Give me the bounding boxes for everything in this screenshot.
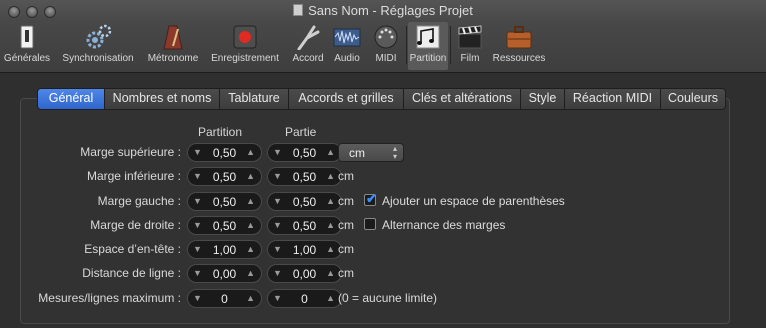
tab-cles-et-alterations[interactable]: Clés et altérations — [404, 89, 521, 109]
marge-inferieure-partie-stepper[interactable]: ▼ 0,50 ▲ — [267, 167, 342, 186]
no-limit-hint: (0 = aucune limite) — [338, 291, 438, 305]
toolbar-item-synchronisation[interactable]: Synchronisation — [56, 22, 140, 70]
row-label-marge-inferieure: Marge inférieure : — [86, 169, 181, 183]
tuning-fork-icon — [297, 25, 320, 50]
select-arrows-icon: ▴ ▾ — [392, 144, 397, 161]
marge-inferieure-partition-stepper[interactable]: ▼ 0,50 ▲ — [187, 167, 262, 186]
tab-couleurs[interactable]: Couleurs — [661, 89, 725, 109]
row-label-mesures-lignes-maximum: Mesures/lignes maximum : — [38, 291, 181, 305]
increment-arrow-icon[interactable]: ▲ — [326, 244, 335, 254]
tab-general[interactable]: Général — [38, 89, 105, 109]
toolbar-item-enregistrement[interactable]: Enregistrement — [206, 22, 284, 70]
unit-select[interactable]: cm ▴ ▾ — [338, 143, 404, 162]
increment-arrow-icon[interactable]: ▲ — [326, 196, 335, 206]
toolbar-item-generales[interactable]: Générales — [2, 22, 52, 70]
espace-en-tete-partition-stepper[interactable]: ▼ 1,00 ▲ — [187, 240, 262, 259]
mesures-lignes-maximum-partition-stepper[interactable]: ▼ 0 ▲ — [187, 289, 262, 308]
metronome-icon — [163, 25, 183, 50]
waveform-icon — [333, 28, 361, 47]
switch-icon — [20, 25, 34, 49]
briefcase-icon — [506, 26, 532, 49]
increment-arrow-icon[interactable]: ▲ — [246, 147, 255, 157]
tab-bar: Général Nombres et noms Tablature Accord… — [37, 88, 726, 110]
clapperboard-icon — [458, 25, 482, 49]
toolbar-item-midi[interactable]: MIDI — [368, 22, 404, 70]
row-label-distance-de-ligne: Distance de ligne : — [82, 266, 181, 280]
tab-style[interactable]: Style — [521, 89, 565, 109]
marge-de-droite-partition-stepper[interactable]: ▼ 0,50 ▲ — [187, 216, 262, 235]
alternating-margins-checkbox-label[interactable]: Alternance des marges — [382, 218, 505, 232]
increment-arrow-icon[interactable]: ▲ — [246, 196, 255, 206]
toolbar-separator — [450, 26, 451, 64]
toolbar-item-partition[interactable]: Partition — [408, 22, 448, 70]
increment-arrow-icon[interactable]: ▲ — [246, 244, 255, 254]
marge-superieure-partie-stepper[interactable]: ▼ 0,50 ▲ — [267, 143, 342, 162]
toolbar-separator — [406, 26, 407, 64]
distance-de-ligne-partition-stepper[interactable]: ▼ 0,00 ▲ — [187, 264, 262, 283]
row-label-marge-superieure: Marge supérieure : — [80, 145, 181, 159]
tab-reaction-midi[interactable]: Réaction MIDI — [565, 89, 661, 109]
increment-arrow-icon[interactable]: ▲ — [326, 220, 335, 230]
record-icon — [233, 25, 257, 49]
marge-de-droite-partie-stepper[interactable]: ▼ 0,50 ▲ — [267, 216, 342, 235]
toolbar-item-film[interactable]: Film — [452, 22, 488, 70]
row-label-espace-en-tete: Espace d’en-tête : — [84, 242, 181, 256]
window-title: Sans Nom - Réglages Projet — [0, 3, 766, 18]
increment-arrow-icon[interactable]: ▲ — [326, 171, 335, 181]
document-icon — [293, 4, 304, 16]
increment-arrow-icon[interactable]: ▲ — [246, 220, 255, 230]
midi-port-icon — [374, 25, 398, 49]
column-header-partie: Partie — [285, 125, 317, 139]
increment-arrow-icon[interactable]: ▲ — [326, 147, 335, 157]
unit-label: cm — [338, 242, 354, 256]
increment-arrow-icon[interactable]: ▲ — [326, 293, 335, 303]
unit-label: cm — [338, 218, 354, 232]
checkmark-icon: ✔ — [366, 191, 377, 206]
increment-arrow-icon[interactable]: ▲ — [326, 268, 335, 278]
toolbar: Sans Nom - Réglages Projet Générales Syn… — [0, 0, 766, 73]
unit-label: cm — [338, 169, 354, 183]
score-notes-icon — [416, 25, 440, 49]
row-label-marge-de-droite: Marge de droite : — [90, 218, 181, 232]
increment-arrow-icon[interactable]: ▲ — [246, 293, 255, 303]
toolbar-item-metronome[interactable]: Métronome — [143, 22, 203, 70]
espace-en-tete-partie-stepper[interactable]: ▼ 1,00 ▲ — [267, 240, 342, 259]
marge-gauche-partie-stepper[interactable]: ▼ 0,50 ▲ — [267, 192, 342, 211]
unit-label: cm — [338, 194, 354, 208]
toolbar-item-ressources[interactable]: Ressources — [490, 22, 548, 70]
column-header-partition: Partition — [198, 125, 243, 139]
parentheses-checkbox-label[interactable]: Ajouter un espace de parenthèses — [382, 194, 565, 208]
row-label-marge-gauche: Marge gauche : — [97, 194, 181, 208]
tab-nombres-et-noms[interactable]: Nombres et noms — [105, 89, 220, 109]
toolbar-item-accord[interactable]: Accord — [288, 22, 328, 70]
unit-label: cm — [338, 266, 354, 280]
marge-superieure-partition-stepper[interactable]: ▼ 0,50 ▲ — [187, 143, 262, 162]
marge-gauche-partition-stepper[interactable]: ▼ 0,50 ▲ — [187, 192, 262, 211]
alternating-margins-checkbox[interactable] — [364, 218, 376, 230]
gears-icon — [86, 24, 112, 49]
distance-de-ligne-partie-stepper[interactable]: ▼ 0,00 ▲ — [267, 264, 342, 283]
tab-accords-et-grilles[interactable]: Accords et grilles — [289, 89, 404, 109]
parentheses-checkbox[interactable]: ✔ — [364, 191, 377, 206]
mesures-lignes-maximum-partie-stepper[interactable]: ▼ 0 ▲ — [267, 289, 342, 308]
toolbar-item-audio[interactable]: Audio — [330, 22, 364, 70]
tab-tablature[interactable]: Tablature — [220, 89, 289, 109]
increment-arrow-icon[interactable]: ▲ — [246, 171, 255, 181]
increment-arrow-icon[interactable]: ▲ — [246, 268, 255, 278]
